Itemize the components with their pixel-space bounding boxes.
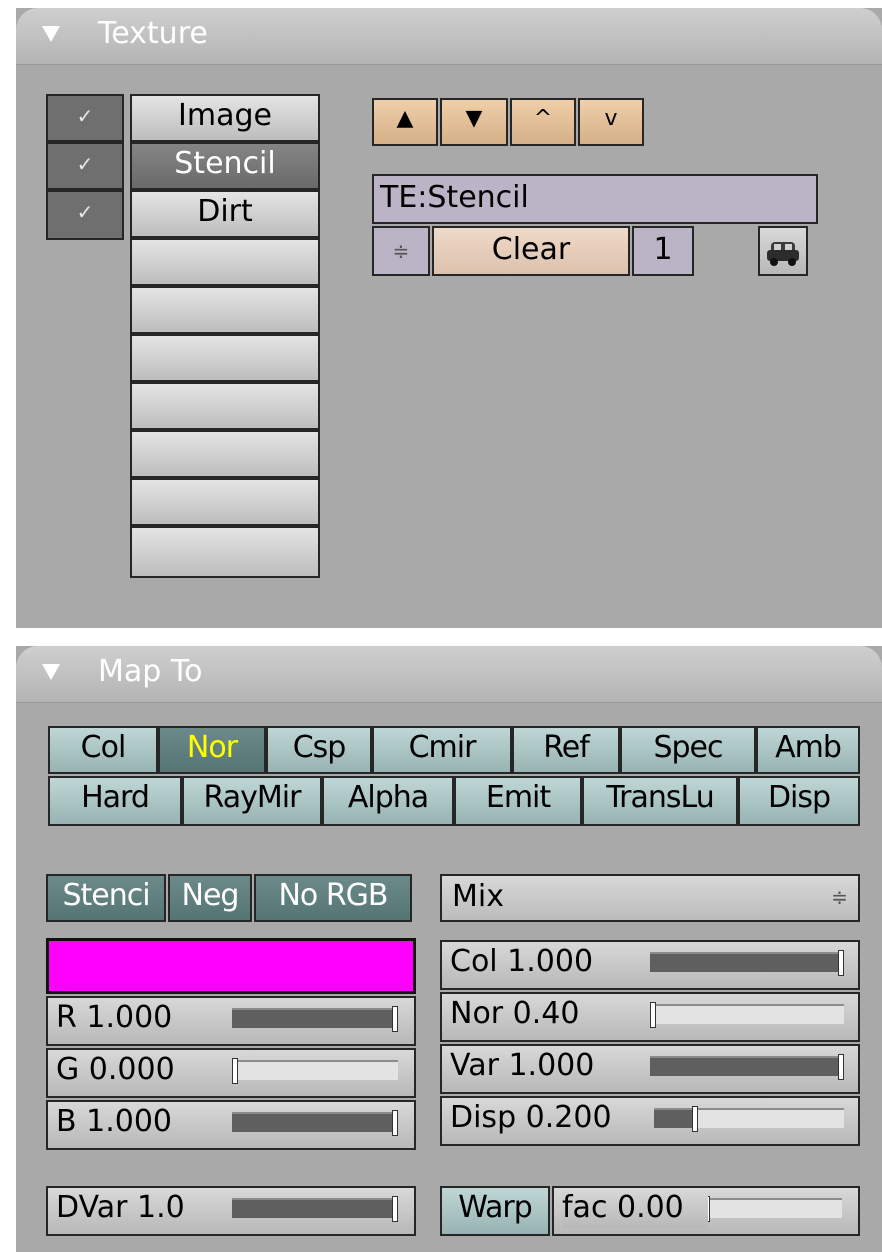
collapse-triangle-icon[interactable] (42, 26, 60, 42)
browse-updown-icon: ≑ (392, 239, 410, 263)
mapto-raymir-toggle[interactable]: RayMir (182, 776, 322, 826)
channel-empty-6[interactable] (130, 334, 320, 382)
chevron-up-icon: ^ (533, 106, 553, 131)
no-rgb-toggle[interactable]: No RGB (254, 874, 412, 922)
mapto-ref-toggle[interactable]: Ref (512, 726, 620, 774)
mapto-amb-toggle[interactable]: Amb (756, 726, 860, 774)
mapto-translu-toggle[interactable]: TransLu (582, 776, 738, 826)
mapto-hard-toggle[interactable]: Hard (48, 776, 182, 826)
channel-empty-9[interactable] (130, 478, 320, 526)
channel-dirt[interactable]: Dirt (130, 190, 320, 238)
browse-texture-button[interactable]: ≑ (372, 226, 430, 276)
stencil-toggle[interactable]: Stenci (46, 874, 166, 922)
col-factor-slider[interactable]: Col 1.000 (440, 940, 860, 990)
chevron-down-icon: v (604, 106, 618, 131)
warp-fac-slider[interactable]: fac 0.00 (552, 1186, 860, 1236)
paste-arrow-icon: ▼ (465, 106, 483, 131)
mapto-spec-toggle[interactable]: Spec (620, 726, 756, 774)
paste-texture-button[interactable]: ▼ (440, 98, 508, 146)
color-swatch[interactable] (46, 938, 416, 994)
texture-panel-title: Texture (98, 16, 208, 51)
channel-empty-7[interactable] (130, 382, 320, 430)
dvar-slider[interactable]: DVar 1.0 (46, 1186, 416, 1236)
mapto-panel: Map To Col Nor Csp Cmir Ref Spec Amb Har… (16, 646, 882, 1252)
move-down-button[interactable]: v (578, 98, 644, 146)
texture-panel-header[interactable]: Texture (16, 8, 882, 65)
channel-empty-10[interactable] (130, 526, 320, 578)
texture-panel: Texture ✓ ✓ ✓ Image Stencil Dirt ▲ ▼ ^ v… (16, 8, 882, 628)
move-up-button[interactable]: ^ (510, 98, 576, 146)
clear-button[interactable]: Clear (432, 226, 630, 276)
collapse-triangle-icon[interactable] (42, 664, 60, 680)
mapto-nor-toggle[interactable]: Nor (158, 726, 266, 774)
neg-toggle[interactable]: Neg (168, 874, 252, 922)
channel-empty-8[interactable] (130, 430, 320, 478)
copy-arrow-icon: ▲ (396, 106, 414, 131)
mapto-cmir-toggle[interactable]: Cmir (372, 726, 512, 774)
texture-name-field[interactable]: TE:Stencil (372, 174, 818, 224)
car-icon (767, 242, 799, 266)
mapto-alpha-toggle[interactable]: Alpha (322, 776, 454, 826)
channel-empty-4[interactable] (130, 238, 320, 286)
copy-texture-button[interactable]: ▲ (372, 98, 438, 146)
dropdown-updown-icon: ≑ (831, 885, 848, 909)
mapto-col-toggle[interactable]: Col (48, 726, 158, 774)
g-slider[interactable]: G 0.000 (46, 1048, 416, 1098)
mapto-csp-toggle[interactable]: Csp (266, 726, 372, 774)
channel-checkbox-stencil[interactable]: ✓ (46, 142, 124, 190)
blend-mode-dropdown[interactable]: Mix ≑ (440, 874, 860, 922)
channel-empty-5[interactable] (130, 286, 320, 334)
channel-checkbox-image[interactable]: ✓ (46, 94, 124, 142)
disp-factor-slider[interactable]: Disp 0.200 (440, 1096, 860, 1146)
channel-checkbox-dirt[interactable]: ✓ (46, 190, 124, 240)
fake-user-button[interactable] (758, 226, 808, 276)
var-factor-slider[interactable]: Var 1.000 (440, 1044, 860, 1094)
b-slider[interactable]: B 1.000 (46, 1100, 416, 1150)
warp-toggle[interactable]: Warp (440, 1186, 550, 1236)
mapto-panel-header[interactable]: Map To (16, 646, 882, 703)
nor-factor-slider[interactable]: Nor 0.40 (440, 992, 860, 1042)
r-slider[interactable]: R 1.000 (46, 996, 416, 1046)
mapto-emit-toggle[interactable]: Emit (454, 776, 582, 826)
users-count[interactable]: 1 (632, 226, 694, 276)
channel-stencil[interactable]: Stencil (130, 142, 320, 190)
mapto-disp-toggle[interactable]: Disp (738, 776, 860, 826)
mapto-panel-title: Map To (98, 654, 203, 689)
channel-image[interactable]: Image (130, 94, 320, 142)
blend-mode-value: Mix (452, 879, 504, 914)
